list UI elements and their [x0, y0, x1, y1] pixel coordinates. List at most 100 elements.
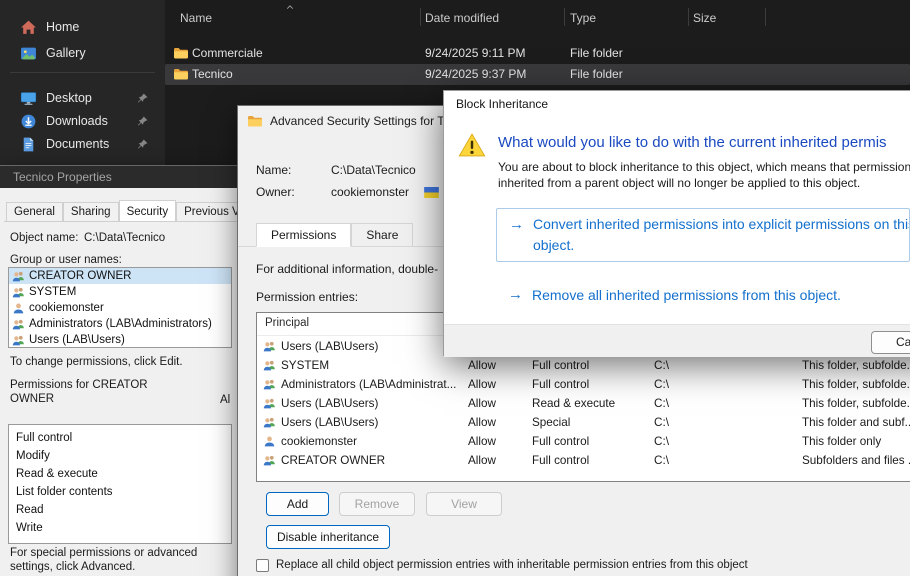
table-row[interactable]: Users (LAB\Users) Allow Special C:\ This… — [257, 413, 910, 432]
column-divider[interactable] — [564, 8, 565, 26]
documents-icon — [20, 136, 37, 153]
folder-icon — [173, 45, 189, 61]
list-item-creator-owner[interactable]: CREATOR OWNER — [9, 268, 231, 284]
cell-applies-to: This folder and subf... — [802, 413, 910, 432]
file-row-tecnico[interactable]: Tecnico 9/24/2025 9:37 PM File folder — [165, 64, 910, 85]
permission-item[interactable]: Full control — [9, 429, 231, 447]
folder-icon — [173, 66, 189, 82]
list-item-administrators[interactable]: Administrators (LAB\Administrators) — [9, 316, 231, 332]
cell-inherited-from: C:\ — [654, 356, 669, 375]
command-link-label: Remove all inherited permissions from th… — [532, 285, 841, 306]
sidebar-item-label: Gallery — [46, 46, 86, 60]
list-item-system[interactable]: SYSTEM — [9, 284, 231, 300]
table-row[interactable]: SYSTEM Allow Full control C:\ This folde… — [257, 356, 910, 375]
list-item-users[interactable]: Users (LAB\Users) — [9, 332, 231, 348]
group-user-list: CREATOR OWNER SYSTEM cookiemonster Admin… — [8, 267, 232, 348]
cell-type: Allow — [468, 375, 496, 394]
replace-permissions-label: Replace all child object permission entr… — [276, 559, 748, 571]
cell-inherited-from: C:\ — [654, 413, 669, 432]
column-header-size[interactable]: Size — [693, 11, 716, 25]
permission-item[interactable]: List folder contents — [9, 483, 231, 501]
body-line: You are about to block inheritance to th… — [498, 160, 910, 176]
file-name: Commerciale — [192, 43, 263, 64]
table-row[interactable]: cookiemonster Allow Full control C:\ Thi… — [257, 432, 910, 451]
sidebar-item-downloads[interactable]: Downloads — [6, 109, 161, 133]
permission-item[interactable]: Write — [9, 519, 231, 537]
cancel-button[interactable]: Ca — [871, 331, 910, 354]
tab-sharing[interactable]: Sharing — [63, 202, 119, 221]
column-header-name[interactable]: Name — [180, 11, 212, 25]
add-button[interactable]: Add — [266, 492, 329, 516]
column-header-date-modified[interactable]: Date modified — [425, 11, 499, 25]
sidebar-item-label: Home — [46, 20, 79, 34]
warning-icon — [457, 131, 487, 159]
tab-share[interactable]: Share — [351, 223, 413, 247]
cell-applies-to: Subfolders and files ... — [802, 451, 910, 470]
tab-permissions[interactable]: Permissions — [256, 223, 351, 247]
tab-security[interactable]: Security — [119, 200, 177, 221]
file-row-commerciale[interactable]: Commerciale 9/24/2025 9:11 PM File folde… — [165, 43, 910, 64]
advanced-hint: For special permissions or advanced sett… — [10, 546, 232, 574]
sidebar-item-documents[interactable]: Documents — [6, 132, 161, 156]
dialog-title: Advanced Security Settings for Te — [270, 114, 450, 128]
allow-column-header: Al — [220, 394, 230, 406]
gallery-icon — [20, 45, 37, 62]
cell-access: Special — [532, 413, 570, 432]
group-icon — [263, 397, 276, 410]
file-type: File folder — [570, 43, 623, 64]
column-divider[interactable] — [688, 8, 689, 26]
cell-type: Allow — [468, 432, 496, 451]
group-names-label: Group or user names: — [10, 254, 122, 266]
tab-general[interactable]: General — [6, 202, 63, 221]
object-name-value: C:\Data\Tecnico — [84, 232, 165, 244]
column-divider[interactable] — [765, 8, 766, 26]
table-row[interactable]: CREATOR OWNER Allow Full control C:\ Sub… — [257, 451, 910, 470]
permission-item[interactable]: Modify — [9, 447, 231, 465]
column-divider[interactable] — [420, 8, 421, 26]
name-label: Name: — [256, 163, 291, 177]
cell-type: Allow — [468, 394, 496, 413]
tab-previous-versions[interactable]: Previous Version — [176, 202, 240, 221]
advanced-tab-strip: Permissions Share — [256, 223, 413, 247]
user-icon — [263, 435, 276, 448]
column-header-type[interactable]: Type — [570, 11, 596, 25]
desktop-icon — [20, 90, 37, 107]
object-name-label: Object name: — [10, 232, 78, 244]
list-item-label: cookiemonster — [29, 302, 104, 314]
view-button[interactable]: View — [426, 492, 502, 516]
pin-icon — [137, 92, 149, 104]
name-value: C:\Data\Tecnico — [331, 163, 416, 177]
permissions-list: Full control Modify Read & execute List … — [8, 424, 232, 544]
cell-principal: Users (LAB\Users) — [281, 394, 378, 413]
replace-permissions-checkbox[interactable] — [256, 559, 269, 572]
permission-item[interactable]: Read — [9, 501, 231, 519]
list-item-label: CREATOR OWNER — [29, 270, 131, 282]
file-date-modified: 9/24/2025 9:11 PM — [425, 43, 526, 64]
remove-button[interactable]: Remove — [339, 492, 415, 516]
cell-inherited-from: C:\ — [654, 451, 669, 470]
disable-inheritance-button[interactable]: Disable inheritance — [266, 525, 390, 549]
table-header-principal[interactable]: Principal — [265, 317, 309, 329]
properties-tab-strip: General Sharing Security Previous Versio… — [6, 200, 240, 221]
convert-permissions-command-link[interactable]: → Convert inherited permissions into exp… — [496, 208, 910, 262]
properties-dialog: Tecnico Properties General Sharing Secur… — [0, 165, 240, 576]
sidebar-item-gallery[interactable]: Gallery — [6, 41, 161, 65]
list-item-label: Administrators (LAB\Administrators) — [29, 318, 212, 330]
group-icon — [263, 340, 276, 353]
cell-type: Allow — [468, 356, 496, 375]
command-link-label: Convert inherited permissions into expli… — [533, 214, 910, 256]
cell-principal: CREATOR OWNER — [281, 451, 385, 470]
table-row[interactable]: Users (LAB\Users) Allow Read & execute C… — [257, 394, 910, 413]
sidebar-item-desktop[interactable]: Desktop — [6, 86, 161, 110]
dialog-title: Block Inheritance — [444, 91, 910, 117]
table-row[interactable]: Administrators (LAB\Administrat... Allow… — [257, 375, 910, 394]
group-icon — [12, 286, 25, 299]
cell-applies-to: This folder, subfolde... — [802, 375, 910, 394]
sort-ascending-icon — [284, 3, 296, 12]
dialog-body-text: You are about to block inheritance to th… — [498, 160, 910, 191]
sidebar-item-home[interactable]: Home — [6, 15, 161, 39]
owner-label: Owner: — [256, 185, 295, 199]
list-item-cookiemonster[interactable]: cookiemonster — [9, 300, 231, 316]
body-line: inherited from a parent object will no l… — [498, 176, 910, 192]
permission-item[interactable]: Read & execute — [9, 465, 231, 483]
